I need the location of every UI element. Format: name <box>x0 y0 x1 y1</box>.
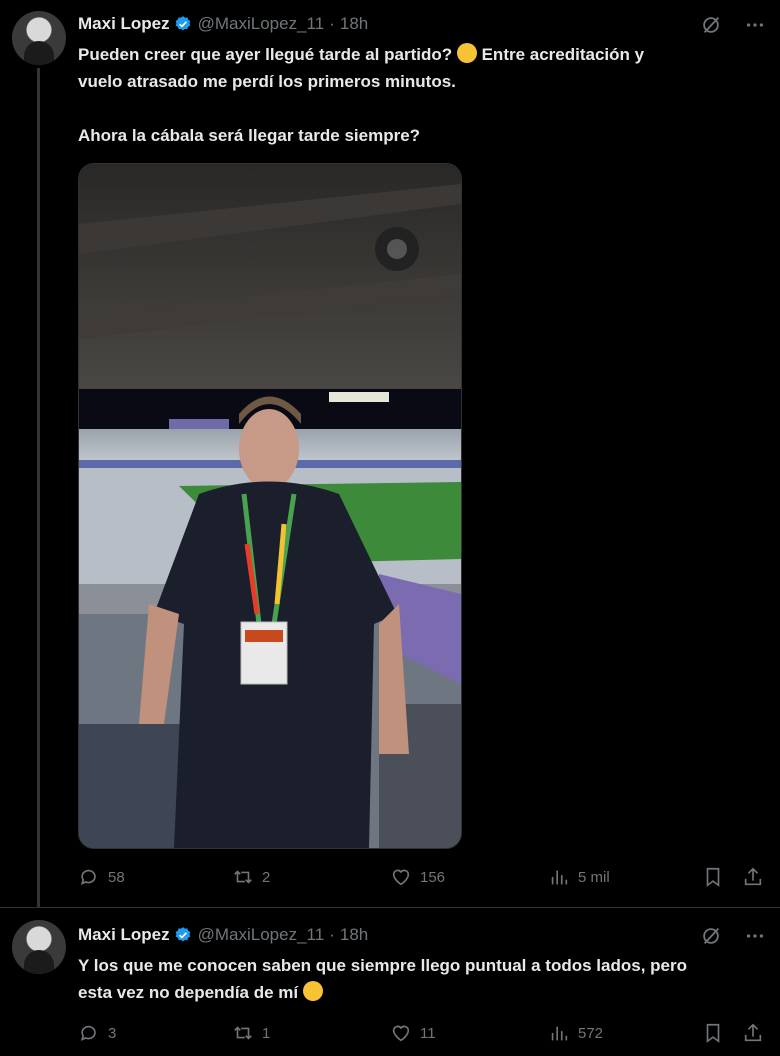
like-button[interactable]: 156 <box>390 865 445 889</box>
bookmark-button[interactable] <box>702 1021 724 1045</box>
views-icon <box>551 870 568 885</box>
views-count: 5 mil <box>578 868 610 886</box>
grok-icon[interactable] <box>700 14 722 36</box>
share-icon <box>744 867 762 886</box>
separator: · <box>329 925 335 944</box>
tweet-text-line: Pueden creer que ayer llegué tarde al pa… <box>78 45 453 64</box>
tweet-text: Pueden creer que ayer llegué tarde al pa… <box>78 41 758 149</box>
header-actions <box>700 14 766 36</box>
author-name[interactable]: Maxi Lopez <box>78 925 170 945</box>
tweet-text-line: Y los que me conocen saben que siempre l… <box>78 956 687 975</box>
views-icon <box>551 1026 568 1041</box>
share-button[interactable] <box>742 865 764 889</box>
tweet-actions: 3 1 11 572 <box>78 1021 768 1045</box>
verified-badge-icon <box>175 16 190 31</box>
avatar[interactable] <box>12 11 66 65</box>
retweet-count: 1 <box>262 1024 271 1042</box>
tweet-text-line: Entre acreditación y <box>481 45 645 64</box>
timestamp[interactable]: 18h <box>340 925 368 945</box>
thread-line <box>37 68 40 908</box>
separator: · <box>329 14 335 33</box>
retweet-icon <box>234 1026 252 1040</box>
like-count: 156 <box>420 868 446 886</box>
views-button[interactable]: 572 <box>548 1021 603 1045</box>
timestamp[interactable]: 18h <box>340 14 368 34</box>
reply-button[interactable]: 3 <box>78 1021 116 1045</box>
reply-count: 58 <box>108 868 125 886</box>
heart-icon <box>392 869 410 886</box>
more-icon[interactable] <box>744 925 766 947</box>
reply-button[interactable]: 58 <box>78 865 125 889</box>
retweet-button[interactable]: 1 <box>232 1021 270 1045</box>
verified-badge-icon <box>175 927 190 942</box>
emoji-icon <box>456 43 477 63</box>
header-actions <box>700 925 766 947</box>
like-count: 11 <box>420 1024 436 1042</box>
retweet-button[interactable]: 2 <box>232 865 270 889</box>
tweet-text-line: esta vez no dependía de mí <box>78 983 299 1002</box>
bookmark-icon <box>706 867 720 887</box>
reply-icon <box>80 869 96 885</box>
author-handle[interactable]: @MaxiLopez_11 <box>198 14 325 34</box>
avatar[interactable] <box>12 920 66 974</box>
reply-icon <box>80 1025 96 1041</box>
divider <box>0 907 780 908</box>
grok-icon[interactable] <box>700 925 722 947</box>
share-button[interactable] <box>742 1021 764 1045</box>
views-count: 572 <box>578 1024 604 1042</box>
tweet-header: Maxi Lopez @MaxiLopez_11 · 18h <box>78 12 368 36</box>
retweet-icon <box>234 870 252 884</box>
author-handle[interactable]: @MaxiLopez_11 <box>198 925 325 945</box>
emoji-icon <box>302 981 323 1001</box>
tweet-text-line: Ahora la cábala será llegar tarde siempr… <box>78 126 421 145</box>
heart-icon <box>392 1025 410 1042</box>
reply-count: 3 <box>108 1024 117 1042</box>
tweet-text-line: vuelo atrasado me perdí los primeros min… <box>78 72 456 91</box>
tweet-text: Y los que me conocen saben que siempre l… <box>78 952 758 1006</box>
views-button[interactable]: 5 mil <box>548 865 610 889</box>
share-icon <box>744 1023 762 1042</box>
more-icon[interactable] <box>744 14 766 36</box>
stadium-photo <box>79 164 461 848</box>
tweet-photo[interactable] <box>78 163 462 849</box>
retweet-count: 2 <box>262 868 271 886</box>
bookmark-button[interactable] <box>702 865 724 889</box>
tweet-header: Maxi Lopez @MaxiLopez_11 · 18h <box>78 923 368 947</box>
like-button[interactable]: 11 <box>390 1021 436 1045</box>
tweet-actions: 58 2 156 5 mil <box>78 865 768 889</box>
bookmark-icon <box>706 1023 720 1043</box>
author-name[interactable]: Maxi Lopez <box>78 14 170 34</box>
